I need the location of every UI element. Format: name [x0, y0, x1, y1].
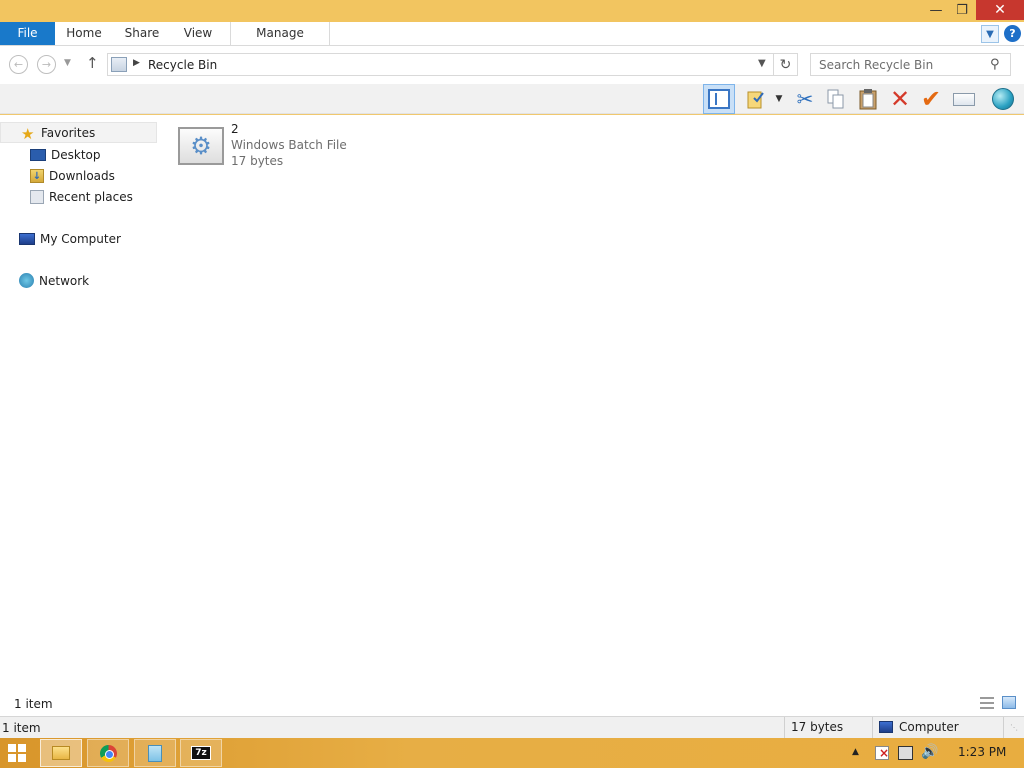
up-arrow-icon[interactable]: ↑ — [86, 54, 99, 72]
network-icon — [19, 273, 34, 288]
nav-label-my-computer: My Computer — [40, 231, 121, 246]
tab-manage[interactable]: Manage — [230, 22, 330, 45]
details-view-icon[interactable] — [980, 697, 994, 709]
help-icon[interactable]: ? — [1004, 25, 1021, 42]
taskbar-7zip[interactable]: 7z — [180, 739, 222, 767]
file-type: Windows Batch File — [231, 138, 347, 152]
nav-item-downloads[interactable]: ↓ Downloads — [30, 165, 115, 186]
file-list: ⚙ 2 Windows Batch File 17 bytes — [170, 115, 1024, 692]
computer-icon — [19, 232, 35, 245]
zone-indicator: Computer — [872, 717, 1004, 738]
address-dropdown-icon[interactable]: ▼ — [758, 58, 766, 69]
resize-grip-icon[interactable]: ⋱ — [1010, 723, 1018, 732]
action-center-flag-icon[interactable] — [875, 746, 889, 760]
breadcrumb-recycle-bin[interactable]: Recycle Bin — [148, 58, 217, 72]
address-bar[interactable]: ▶ Recycle Bin ▼ — [107, 53, 774, 76]
nav-item-my-computer[interactable]: My Computer — [19, 228, 121, 249]
folder-icon — [52, 746, 70, 760]
properties-icon[interactable] — [742, 84, 770, 114]
file-size: 17 bytes — [231, 154, 284, 168]
restore-button[interactable]: ❐ — [950, 0, 974, 20]
nav-label-network: Network — [39, 273, 90, 288]
search-placeholder: Search Recycle Bin — [819, 58, 934, 72]
toolbar: ▼ ✂ ✕ ✔ — [0, 84, 1024, 114]
window-item-count: 1 item — [2, 721, 41, 735]
downloads-icon: ↓ — [30, 168, 44, 183]
taskbar-chrome[interactable] — [87, 739, 129, 767]
main-content: ★ Favorites Desktop ↓ Downloads Recent p… — [0, 115, 1024, 692]
tab-share[interactable]: Share — [116, 22, 168, 45]
status-bar: 1 item — [0, 692, 1024, 716]
file-name: 2 — [231, 122, 239, 136]
nav-label-desktop: Desktop — [51, 147, 101, 162]
nav-label-recent-places: Recent places — [49, 189, 133, 204]
forward-arrow-icon[interactable]: → — [37, 55, 56, 74]
7zip-icon: 7z — [191, 746, 211, 760]
recycle-bin-icon — [111, 57, 127, 72]
window-status-bar: 1 item 17 bytes Computer ⋱ — [0, 716, 1024, 738]
selected-size: 17 bytes — [784, 717, 872, 738]
paste-icon[interactable] — [854, 84, 882, 114]
windows-start-icon[interactable] — [8, 744, 26, 762]
nav-item-desktop[interactable]: Desktop — [30, 144, 101, 165]
volume-icon[interactable]: 🔊 — [921, 744, 938, 760]
cut-icon[interactable]: ✂ — [792, 84, 818, 114]
properties-dropdown-icon[interactable]: ▼ — [772, 84, 786, 114]
nav-item-recent-places[interactable]: Recent places — [30, 186, 133, 207]
world-icon[interactable] — [988, 84, 1018, 114]
search-icon[interactable]: ⚲ — [990, 57, 1000, 72]
navigation-pane: ★ Favorites Desktop ↓ Downloads Recent p… — [0, 115, 160, 692]
checkmark-icon[interactable]: ✔ — [917, 84, 945, 114]
breadcrumb-chevron-icon[interactable]: ▶ — [133, 58, 140, 68]
nav-label-downloads: Downloads — [49, 168, 115, 183]
rename-icon[interactable] — [950, 84, 978, 114]
ribbon-tabs: File Home Share View Manage ▼ ? — [0, 22, 1024, 46]
large-icons-view-icon[interactable] — [1002, 696, 1016, 709]
search-input[interactable]: Search Recycle Bin ⚲ — [810, 53, 1011, 76]
delete-icon[interactable]: ✕ — [886, 84, 914, 114]
nav-item-network[interactable]: Network — [19, 270, 89, 291]
batch-file-icon: ⚙ — [178, 127, 224, 165]
copy-icon[interactable] — [822, 84, 850, 114]
taskbar-notepad[interactable] — [134, 739, 176, 767]
tab-file[interactable]: File — [0, 22, 55, 45]
close-button[interactable]: ✕ — [976, 0, 1024, 20]
item-count: 1 item — [14, 697, 53, 711]
expand-ribbon-icon[interactable]: ▼ — [981, 25, 999, 43]
refresh-icon[interactable]: ↻ — [774, 53, 798, 76]
star-icon: ★ — [21, 125, 35, 143]
zone-label: Computer — [899, 720, 959, 734]
desktop-icon — [30, 148, 46, 161]
network-tray-icon[interactable] — [898, 746, 913, 760]
file-item[interactable]: ⚙ 2 Windows Batch File 17 bytes — [178, 121, 358, 169]
recent-locations-chevron-icon[interactable]: ▼ — [64, 58, 71, 68]
minimize-button[interactable]: — — [924, 0, 948, 20]
nav-item-favorites[interactable]: ★ Favorites — [0, 122, 157, 143]
layout-pane-icon[interactable] — [703, 84, 735, 114]
nav-label-favorites: Favorites — [41, 125, 96, 140]
chrome-icon — [99, 744, 117, 762]
taskbar-file-explorer[interactable] — [40, 739, 82, 767]
show-hidden-icons-icon[interactable]: ▲ — [852, 747, 859, 757]
taskbar: 7z ▲ 🔊 1:23 PM — [0, 738, 1024, 768]
tab-home[interactable]: Home — [60, 22, 108, 45]
recent-places-icon — [30, 189, 44, 204]
computer-zone-icon — [879, 721, 893, 733]
notepad-icon — [148, 744, 162, 762]
clock[interactable]: 1:23 PM — [958, 745, 1006, 759]
back-arrow-icon[interactable]: ← — [9, 55, 28, 74]
title-bar: — ❐ ✕ — [0, 0, 1024, 22]
address-row: ← → ▼ ↑ ▶ Recycle Bin ▼ ↻ Search Recycle… — [0, 46, 1024, 84]
tab-view[interactable]: View — [176, 22, 220, 45]
